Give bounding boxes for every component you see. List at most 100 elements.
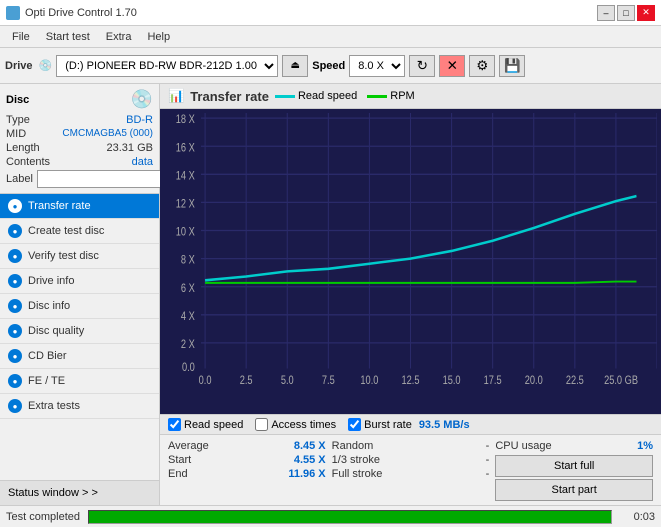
nav-cd-bier-label: CD Bier: [28, 350, 67, 362]
svg-text:8 X: 8 X: [181, 255, 195, 267]
read-speed-checkbox-container: Read speed: [168, 418, 243, 431]
nav-cd-bier[interactable]: ● CD Bier: [0, 344, 159, 369]
menu-bar: File Start test Extra Help: [0, 26, 661, 48]
full-stroke-label: Full stroke: [332, 468, 383, 480]
svg-text:5.0: 5.0: [281, 375, 294, 387]
svg-text:17.5: 17.5: [484, 375, 502, 387]
nav-transfer-rate-label: Transfer rate: [28, 200, 91, 212]
status-window-label: Status window > >: [8, 487, 98, 499]
type-label: Type: [6, 114, 30, 126]
cpu-usage-row: CPU usage 1%: [495, 439, 653, 453]
nav-verify-test-disc[interactable]: ● Verify test disc: [0, 244, 159, 269]
settings-button[interactable]: ⚙: [469, 55, 495, 77]
svg-text:0.0: 0.0: [182, 362, 195, 374]
read-speed-checkbox[interactable]: [168, 418, 181, 431]
cpu-usage-value: 1%: [637, 440, 653, 452]
erase-button[interactable]: ✕: [439, 55, 465, 77]
rpm-legend: RPM: [367, 90, 414, 102]
nav-fe-te[interactable]: ● FE / TE: [0, 369, 159, 394]
disc-info-icon: ●: [8, 299, 22, 313]
menu-file[interactable]: File: [4, 29, 38, 45]
svg-text:22.5: 22.5: [566, 375, 584, 387]
access-times-checkbox[interactable]: [255, 418, 268, 431]
mid-label: MID: [6, 128, 26, 140]
nav-create-test-disc[interactable]: ● Create test disc: [0, 219, 159, 244]
svg-text:10 X: 10 X: [176, 227, 195, 239]
status-window-button[interactable]: Status window > >: [0, 480, 159, 505]
content-area: 📊 Transfer rate Read speed RPM: [160, 84, 661, 505]
start-row: Start 4.55 X: [168, 453, 326, 467]
stroke13-row: 1/3 stroke -: [332, 453, 490, 467]
rpm-color: [367, 95, 387, 98]
cd-bier-icon: ●: [8, 349, 22, 363]
type-value: BD-R: [126, 114, 153, 126]
verify-test-disc-icon: ●: [8, 249, 22, 263]
label-input[interactable]: [37, 170, 175, 188]
save-button[interactable]: 💾: [499, 55, 525, 77]
stats-area: Average 8.45 X Start 4.55 X End 11.96 X: [160, 435, 661, 505]
drive-select[interactable]: (D:) PIONEER BD-RW BDR-212D 1.00: [56, 55, 278, 77]
rpm-legend-label: RPM: [390, 90, 414, 102]
read-speed-legend: Read speed: [275, 90, 357, 102]
menu-start-test[interactable]: Start test: [38, 29, 98, 45]
nav-drive-info-label: Drive info: [28, 275, 74, 287]
transfer-rate-icon: ●: [8, 199, 22, 213]
app-icon: [6, 6, 20, 20]
end-row: End 11.96 X: [168, 467, 326, 481]
maximize-button[interactable]: □: [617, 5, 635, 21]
contents-label: Contents: [6, 156, 50, 168]
stroke13-label: 1/3 stroke: [332, 454, 380, 466]
start-part-button[interactable]: Start part: [495, 479, 653, 501]
drive-info-icon: ●: [8, 274, 22, 288]
burst-rate-value: 93.5 MB/s: [419, 419, 470, 431]
window-controls: – □ ✕: [597, 5, 655, 21]
svg-text:0.0: 0.0: [199, 375, 212, 387]
menu-extra[interactable]: Extra: [98, 29, 140, 45]
progress-bar-container: [88, 510, 612, 524]
svg-text:6 X: 6 X: [181, 283, 195, 295]
random-value: -: [486, 440, 490, 452]
disc-info-panel: Disc 💿 Type BD-R MID CMCMAGBA5 (000) Len…: [0, 84, 159, 194]
chart-controls: Read speed Access times Burst rate 93.5 …: [160, 414, 661, 435]
disc-graphic-icon: 💿: [131, 89, 153, 110]
drive-label: Drive: [5, 60, 33, 72]
disc-quality-icon: ●: [8, 324, 22, 338]
nav-extra-tests[interactable]: ● Extra tests: [0, 394, 159, 419]
status-text: Test completed: [6, 511, 80, 523]
average-value: 8.45 X: [294, 440, 326, 452]
mid-value: CMCMAGBA5 (000): [62, 128, 153, 140]
start-value: 4.55 X: [294, 454, 326, 466]
close-button[interactable]: ✕: [637, 5, 655, 21]
refresh-button[interactable]: ↻: [409, 55, 435, 77]
menu-help[interactable]: Help: [139, 29, 178, 45]
disc-label-label: Label: [6, 173, 33, 185]
svg-text:7.5: 7.5: [322, 375, 335, 387]
svg-text:2.5: 2.5: [240, 375, 253, 387]
nav-disc-quality-label: Disc quality: [28, 325, 84, 337]
chart-area: 18 X 16 X 14 X 12 X 10 X 8 X 6 X 4 X 2 X…: [160, 109, 661, 414]
nav-extra-tests-label: Extra tests: [28, 400, 80, 412]
speed-label: Speed: [312, 60, 345, 72]
length-value: 23.31 GB: [107, 142, 153, 154]
speed-select[interactable]: 8.0 X: [349, 55, 405, 77]
chart-title: Transfer rate: [190, 89, 269, 104]
nav-items: ● Transfer rate ● Create test disc ● Ver…: [0, 194, 159, 480]
burst-rate-checkbox[interactable]: [348, 418, 361, 431]
chart-icon: 📊: [168, 88, 184, 104]
contents-value: data: [132, 156, 153, 168]
nav-disc-info[interactable]: ● Disc info: [0, 294, 159, 319]
svg-text:2 X: 2 X: [181, 339, 195, 351]
stroke13-value: -: [486, 454, 490, 466]
nav-drive-info[interactable]: ● Drive info: [0, 269, 159, 294]
cpu-usage-label: CPU usage: [495, 440, 551, 452]
eject-button[interactable]: ⏏: [282, 55, 308, 77]
nav-transfer-rate[interactable]: ● Transfer rate: [0, 194, 159, 219]
burst-rate-checkbox-container: Burst rate 93.5 MB/s: [348, 418, 469, 431]
minimize-button[interactable]: –: [597, 5, 615, 21]
length-label: Length: [6, 142, 40, 154]
start-full-button[interactable]: Start full: [495, 455, 653, 477]
nav-disc-quality[interactable]: ● Disc quality: [0, 319, 159, 344]
average-row: Average 8.45 X: [168, 439, 326, 453]
start-label: Start: [168, 454, 191, 466]
svg-text:20.0: 20.0: [525, 375, 543, 387]
